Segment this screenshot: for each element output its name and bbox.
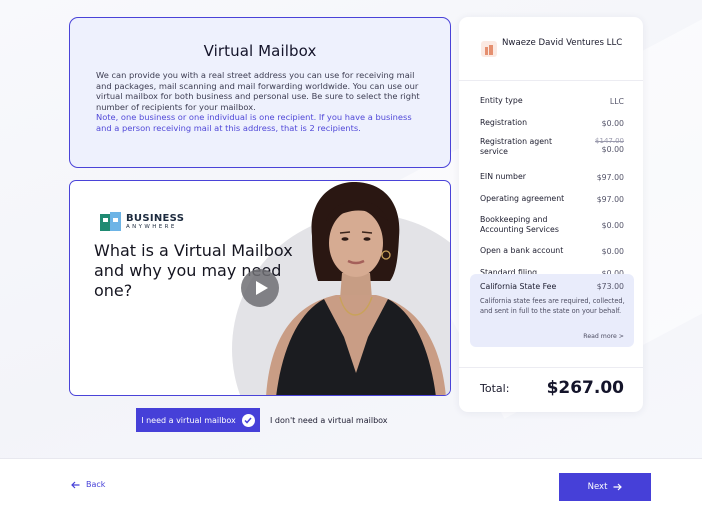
video-player[interactable]: BUSINESS ANYWHERE What is a Virtual Mail… (69, 180, 451, 396)
check-icon (241, 413, 255, 427)
order-summary: Nwaeze David Ventures LLC Entity type LL… (459, 17, 643, 412)
next-label: Next (587, 482, 608, 492)
row-value: $97.00 (596, 194, 624, 204)
back-label: Back (86, 480, 106, 489)
summary-row-registration-agent: Registration agent service $147.00 $0.00 (480, 137, 624, 157)
original-price: $147.00 (595, 137, 624, 145)
row-label: Bookkeeping and Accounting Services (480, 215, 559, 234)
arrow-right-icon (613, 483, 623, 491)
total-label: Total: (480, 381, 510, 395)
state-fee-value: $73.00 (596, 282, 624, 291)
info-body: We can provide you with a real street ad… (96, 70, 420, 112)
row-label: EIN number (480, 172, 526, 181)
brand-mark-icon (100, 212, 122, 232)
row-label: Operating agreement (480, 194, 565, 203)
building-icon (481, 41, 497, 57)
next-button[interactable]: Next (559, 473, 651, 501)
divider (459, 80, 643, 81)
row-label: Open a bank account (480, 246, 564, 255)
back-button[interactable]: Back (71, 480, 105, 489)
total-row: Total: $267.00 (480, 378, 624, 398)
brand-logo: BUSINESS ANYWHERE (100, 212, 184, 232)
row-value: $0.00 (601, 246, 624, 256)
divider (459, 367, 643, 368)
info-note: Note, one business or one individual is … (96, 112, 412, 133)
state-fee-label: California State Fee (480, 282, 557, 291)
info-title: Virtual Mailbox (203, 42, 317, 60)
summary-row-operating-agreement: Operating agreement $97.00 (480, 194, 624, 204)
read-more-link[interactable]: Read more > (583, 333, 624, 340)
mailbox-choice-group: I need a virtual mailbox I don't need a … (136, 408, 388, 432)
row-value: $97.00 (596, 172, 624, 182)
row-value: LLC (609, 96, 624, 106)
row-value: $0.00 (601, 118, 624, 128)
summary-row-ein: EIN number $97.00 (480, 172, 624, 182)
row-value: $0.00 (601, 145, 624, 154)
arrow-left-icon (71, 481, 80, 488)
summary-row-registration: Registration $0.00 (480, 118, 624, 128)
summary-row-bank-account: Open a bank account $0.00 (480, 246, 624, 256)
state-fee-description: California state fees are required, coll… (480, 297, 625, 315)
row-value: $0.00 (601, 220, 624, 230)
play-button[interactable] (241, 269, 279, 307)
need-mailbox-label: I need a virtual mailbox (141, 415, 236, 425)
row-label: Registration (480, 118, 528, 127)
company-name: Nwaeze David Ventures LLC (502, 38, 623, 48)
presenter-image (266, 181, 446, 395)
company-header: Nwaeze David Ventures LLC (481, 37, 642, 57)
play-icon (255, 281, 268, 295)
footer-bar: Back Next (0, 458, 702, 506)
summary-row-bookkeeping: Bookkeeping and Accounting Services $0.0… (480, 215, 624, 235)
brand-subtitle: ANYWHERE (126, 223, 177, 230)
state-fee-box: California State Fee $73.00 California s… (470, 274, 634, 347)
summary-row-entity-type: Entity type LLC (480, 96, 624, 106)
info-card: Virtual Mailbox We can provide you with … (69, 17, 451, 168)
need-mailbox-button[interactable]: I need a virtual mailbox (136, 408, 260, 432)
row-label: Entity type (480, 96, 523, 105)
no-mailbox-button[interactable]: I don't need a virtual mailbox (270, 416, 388, 425)
brand-name: BUSINESS (126, 212, 185, 224)
row-label: Registration agent service (480, 137, 553, 156)
total-value: $267.00 (546, 378, 624, 398)
